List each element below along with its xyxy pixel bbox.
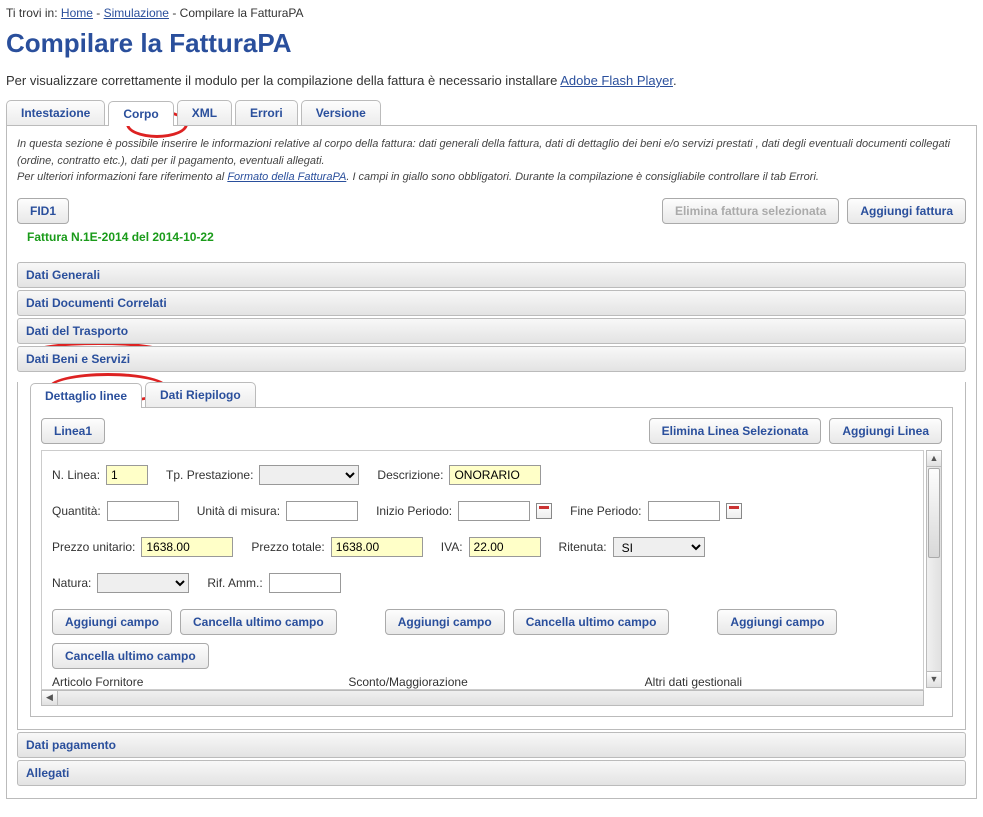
prezzo-unitario-input[interactable] [141, 537, 233, 557]
cancella-ultimo-button-3[interactable]: Cancella ultimo campo [52, 643, 209, 669]
prezzo-totale-input[interactable] [331, 537, 423, 557]
elimina-fattura-button[interactable]: Elimina fattura selezionata [662, 198, 839, 224]
prezzo-totale-label: Prezzo totale: [251, 540, 324, 554]
accordion-dati-generali[interactable]: Dati Generali [17, 262, 966, 288]
sub-tabs: Dettaglio linee Dati Riepilogo [30, 382, 965, 407]
rif-amm-input[interactable] [269, 573, 341, 593]
accordion-dati-trasporto[interactable]: Dati del Trasporto [17, 318, 966, 344]
accordion-body-beni-servizi: Dettaglio linee Dati Riepilogo Linea1 El… [17, 382, 966, 730]
tab-intestazione[interactable]: Intestazione [6, 100, 105, 125]
inizio-periodo-label: Inizio Periodo: [376, 504, 452, 518]
aggiungi-campo-button-2[interactable]: Aggiungi campo [385, 609, 505, 635]
aggiungi-campo-button-1[interactable]: Aggiungi campo [52, 609, 172, 635]
linea1-button[interactable]: Linea1 [41, 418, 105, 444]
breadcrumb-current: Compilare la FatturaPA [180, 6, 304, 20]
tab-versione[interactable]: Versione [301, 100, 381, 125]
sconto-maggiorazione-title: Sconto/Maggiorazione [348, 675, 616, 689]
main-tabs: Intestazione Corpo XML Errori Versione [6, 100, 977, 125]
quantita-label: Quantità: [52, 504, 101, 518]
unita-misura-label: Unità di misura: [197, 504, 280, 518]
breadcrumb-home[interactable]: Home [61, 6, 93, 20]
altri-dati-title: Altri dati gestionali [645, 675, 913, 689]
vertical-scrollbar[interactable]: ▲ ▼ [926, 450, 942, 688]
help-text: In questa sezione è possibile inserire l… [17, 136, 966, 186]
cancella-ultimo-button-2[interactable]: Cancella ultimo campo [513, 609, 670, 635]
accordion-allegati[interactable]: Allegati [17, 760, 966, 786]
iva-input[interactable] [469, 537, 541, 557]
aggiungi-fattura-button[interactable]: Aggiungi fattura [847, 198, 966, 224]
tp-prestazione-select[interactable] [259, 465, 359, 485]
intro-text: Per visualizzare correttamente il modulo… [6, 73, 977, 88]
descrizione-input[interactable] [449, 465, 541, 485]
cancella-ultimo-button-1[interactable]: Cancella ultimo campo [180, 609, 337, 635]
accordion-dati-pagamento[interactable]: Dati pagamento [17, 732, 966, 758]
unita-misura-input[interactable] [286, 501, 358, 521]
subtab-dettaglio-linee[interactable]: Dettaglio linee [30, 383, 142, 408]
descrizione-label: Descrizione: [377, 468, 443, 482]
fine-periodo-label: Fine Periodo: [570, 504, 641, 518]
scroll-up-icon[interactable]: ▲ [927, 451, 941, 467]
n-linea-label: N. Linea: [52, 468, 100, 482]
breadcrumb: Ti trovi in: Home - Simulazione - Compil… [6, 6, 977, 20]
n-linea-input[interactable] [106, 465, 148, 485]
fattura-caption: Fattura N.1E-2014 del 2014-10-22 [27, 230, 966, 244]
tp-prestazione-label: Tp. Prestazione: [166, 468, 253, 482]
fid1-button[interactable]: FID1 [17, 198, 69, 224]
tab-corpo[interactable]: Corpo [108, 101, 173, 126]
calendar-icon[interactable] [536, 503, 552, 519]
accordion-dati-documenti[interactable]: Dati Documenti Correlati [17, 290, 966, 316]
horizontal-scrollbar[interactable]: ◀ [41, 690, 924, 706]
scroll-left-icon[interactable]: ◀ [42, 691, 58, 705]
articolo-fornitore-title: Articolo Fornitore [52, 675, 320, 689]
page-title: Compilare la FatturaPA [6, 28, 977, 59]
prezzo-unitario-label: Prezzo unitario: [52, 540, 135, 554]
inizio-periodo-input[interactable] [458, 501, 530, 521]
elimina-linea-button[interactable]: Elimina Linea Selezionata [649, 418, 822, 444]
iva-label: IVA: [441, 540, 463, 554]
main-panel: In questa sezione è possibile inserire l… [6, 125, 977, 799]
flash-player-link[interactable]: Adobe Flash Player [560, 73, 673, 88]
calendar-icon[interactable] [726, 503, 742, 519]
breadcrumb-simulazione[interactable]: Simulazione [104, 6, 169, 20]
scroll-down-icon[interactable]: ▼ [927, 671, 941, 687]
tab-errori[interactable]: Errori [235, 100, 298, 125]
aggiungi-campo-button-3[interactable]: Aggiungi campo [717, 609, 837, 635]
scroll-thumb[interactable] [928, 468, 940, 558]
natura-select[interactable] [97, 573, 189, 593]
tab-xml[interactable]: XML [177, 100, 232, 125]
rif-amm-label: Rif. Amm.: [207, 576, 262, 590]
sub-panel: Linea1 Elimina Linea Selezionata Aggiung… [30, 407, 953, 717]
ritenuta-select[interactable]: SI [613, 537, 705, 557]
formato-fatturapa-link[interactable]: Formato della FatturaPA [227, 171, 346, 183]
ritenuta-label: Ritenuta: [559, 540, 607, 554]
breadcrumb-prefix: Ti trovi in: [6, 6, 61, 20]
subtab-dati-riepilogo[interactable]: Dati Riepilogo [145, 382, 256, 407]
quantita-input[interactable] [107, 501, 179, 521]
accordion-dati-beni-servizi[interactable]: Dati Beni e Servizi [17, 346, 966, 372]
aggiungi-linea-button[interactable]: Aggiungi Linea [829, 418, 942, 444]
fine-periodo-input[interactable] [648, 501, 720, 521]
form-area: N. Linea: Tp. Prestazione: Descrizione: [41, 450, 924, 690]
natura-label: Natura: [52, 576, 91, 590]
